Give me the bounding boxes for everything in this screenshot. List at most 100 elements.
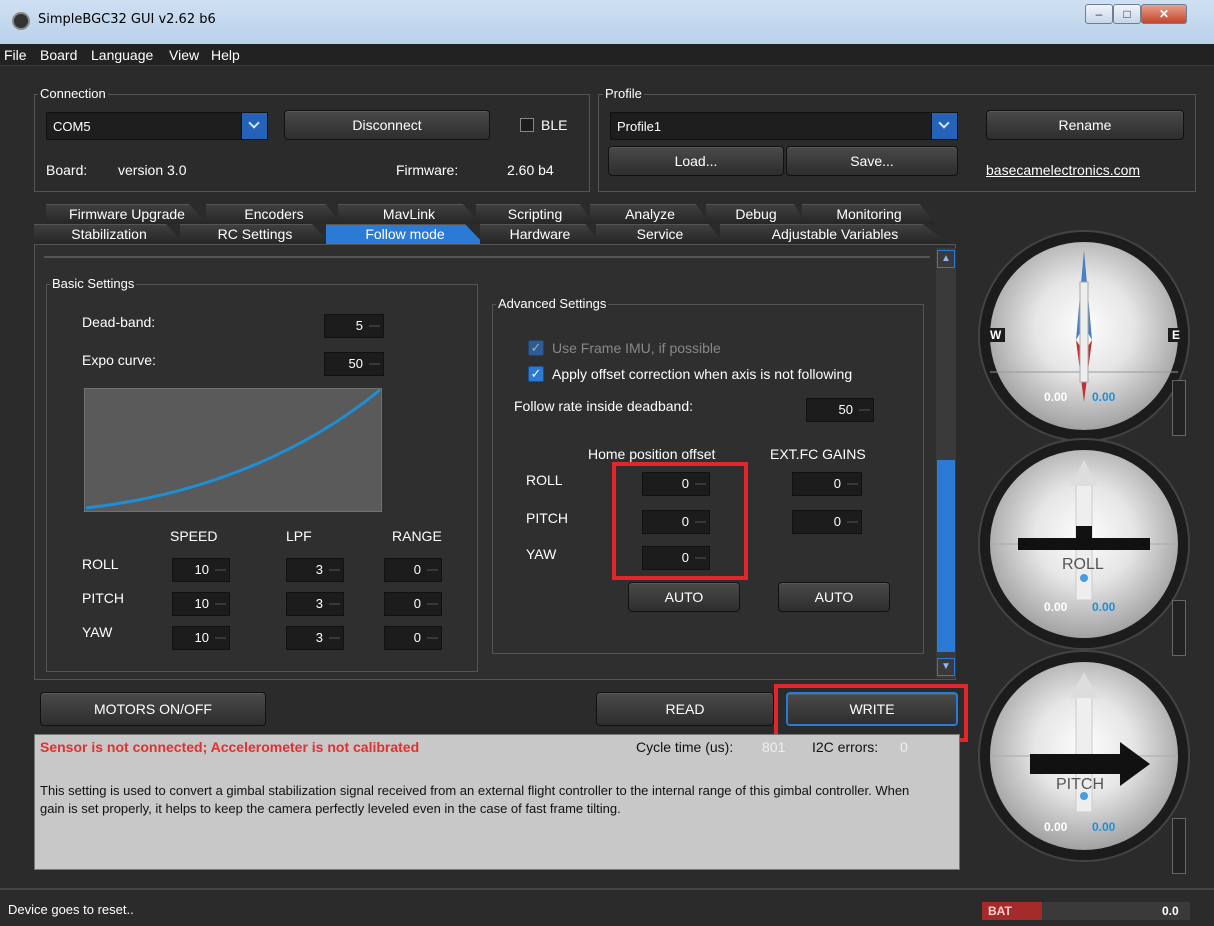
menu-board[interactable]: Board: [40, 47, 77, 63]
yaw-range-spinbox[interactable]: 0: [384, 626, 442, 650]
profile-legend: Profile: [603, 86, 644, 101]
tab-encoders[interactable]: Encoders: [206, 204, 342, 224]
ble-checkbox[interactable]: [520, 118, 534, 132]
chevron-down-icon[interactable]: [241, 113, 267, 139]
tab-follow-mode[interactable]: Follow mode: [326, 224, 484, 244]
expo-value: 50: [348, 356, 363, 371]
status-error: Sensor is not connected; Accelerometer i…: [40, 739, 420, 755]
frame-imu-label: Use Frame IMU, if possible: [552, 340, 721, 356]
roll-range-value: 0: [413, 562, 421, 577]
menu-view[interactable]: View: [169, 47, 199, 63]
tab-rc-settings[interactable]: RC Settings: [180, 224, 330, 244]
east-label: E: [1168, 328, 1185, 342]
yaw-lpf-value: 3: [315, 630, 323, 645]
yaw-lpf-spinbox[interactable]: 3: [286, 626, 344, 650]
yaw-speed-spinbox[interactable]: 10: [172, 626, 230, 650]
roll-gauge: ROLL 0.00 0.00: [980, 440, 1188, 648]
battery-value: 0.0: [1162, 904, 1179, 918]
battery-bar: BAT 0.0: [982, 902, 1190, 920]
roll-ext-gain-spinbox[interactable]: 0: [792, 472, 862, 496]
deadband-spinbox[interactable]: 5: [324, 314, 384, 338]
pitch-gauge: PITCH 0.00 0.00: [980, 652, 1188, 860]
divider: [44, 256, 930, 258]
pitch-speed-value: 10: [194, 596, 209, 611]
expo-spinbox[interactable]: 50: [324, 352, 384, 376]
yaw-level-bar: [1172, 380, 1186, 436]
pitch-level-bar: [1172, 818, 1186, 874]
advanced-settings-legend: Advanced Settings: [496, 296, 609, 311]
adv-pitch-label: PITCH: [526, 510, 568, 526]
basic-settings-legend: Basic Settings: [50, 276, 137, 291]
scroll-thumb[interactable]: [937, 460, 955, 652]
port-select[interactable]: COM5: [46, 112, 268, 140]
minimize-icon[interactable]: –: [1085, 4, 1113, 24]
scroll-up-icon[interactable]: ▲: [937, 250, 955, 268]
pitch-ext-gain-spinbox[interactable]: 0: [792, 510, 862, 534]
pitch-value-1: 0.00: [1044, 820, 1068, 834]
roll-gauge-label: ROLL: [1062, 556, 1104, 573]
tab-analyze[interactable]: Analyze: [590, 204, 710, 224]
cycle-time-value: 801: [762, 739, 786, 755]
title-bar: SimpleBGC32 GUI v2.62 b6 – □ ✕: [0, 0, 1214, 44]
firmware-label: Firmware:: [396, 162, 459, 178]
ext-auto-button[interactable]: AUTO: [778, 582, 890, 612]
tab-stabilization[interactable]: Stabilization: [34, 224, 184, 244]
expo-label: Expo curve:: [82, 352, 156, 368]
tab-firmware-upgrade[interactable]: Firmware Upgrade: [46, 204, 208, 224]
roll-ext-gain-value: 0: [833, 476, 841, 491]
deadband-label: Dead-band:: [82, 314, 156, 330]
window-title: SimpleBGC32 GUI v2.62 b6: [38, 12, 216, 27]
read-button[interactable]: READ: [596, 692, 774, 726]
pitch-speed-spinbox[interactable]: 10: [172, 592, 230, 616]
menu-language[interactable]: Language: [91, 47, 153, 63]
save-button[interactable]: Save...: [786, 146, 958, 176]
firmware-value: 2.60 b4: [507, 162, 554, 178]
load-button[interactable]: Load...: [608, 146, 784, 176]
rename-button[interactable]: Rename: [986, 110, 1184, 140]
yaw-value-2: 0.00: [1092, 390, 1116, 404]
roll-speed-spinbox[interactable]: 10: [172, 558, 230, 582]
roll-speed-value: 10: [194, 562, 209, 577]
tab-mavlink[interactable]: MavLink: [338, 204, 480, 224]
chevron-down-icon[interactable]: [931, 113, 957, 139]
disconnect-button[interactable]: Disconnect: [284, 110, 490, 140]
roll-lpf-value: 3: [315, 562, 323, 577]
yaw-range-value: 0: [413, 630, 421, 645]
board-label: Board:: [46, 162, 88, 178]
profile-select[interactable]: Profile1: [610, 112, 958, 140]
tab-scripting[interactable]: Scripting: [476, 204, 594, 224]
board-value: version 3.0: [118, 162, 187, 178]
home-auto-button[interactable]: AUTO: [628, 582, 740, 612]
scroll-down-icon[interactable]: ▼: [937, 658, 955, 676]
tab-debug[interactable]: Debug: [706, 204, 806, 224]
maximize-icon[interactable]: □: [1113, 4, 1141, 24]
profile-value: Profile1: [617, 119, 662, 134]
motors-onoff-button[interactable]: MOTORS ON/OFF: [40, 692, 266, 726]
close-icon[interactable]: ✕: [1141, 4, 1187, 24]
website-link[interactable]: basecamelectronics.com: [986, 162, 1140, 178]
connection-legend: Connection: [38, 86, 108, 101]
highlight-home-offset: [612, 462, 748, 580]
frame-imu-checkbox[interactable]: ✓: [528, 340, 544, 356]
offset-correction-checkbox[interactable]: ✓: [528, 366, 544, 382]
offset-correction-label: Apply offset correction when axis is not…: [552, 366, 853, 382]
footer-message: Device goes to reset..: [8, 902, 134, 917]
pitch-lpf-spinbox[interactable]: 3: [286, 592, 344, 616]
tab-adjustable-variables[interactable]: Adjustable Variables: [720, 224, 950, 244]
follow-rate-spinbox[interactable]: 50: [806, 398, 874, 422]
roll-value-1: 0.00: [1044, 600, 1068, 614]
tab-hardware[interactable]: Hardware: [480, 224, 600, 244]
pitch-range-spinbox[interactable]: 0: [384, 592, 442, 616]
col-speed: SPEED: [170, 528, 218, 544]
menu-file[interactable]: File: [4, 47, 27, 63]
cycle-time-label: Cycle time (us):: [636, 739, 734, 755]
roll-value-2: 0.00: [1092, 600, 1116, 614]
roll-lpf-spinbox[interactable]: 3: [286, 558, 344, 582]
tab-monitoring[interactable]: Monitoring: [802, 204, 936, 224]
vertical-scrollbar[interactable]: ▲ ▼: [936, 248, 956, 678]
menu-help[interactable]: Help: [211, 47, 240, 63]
west-label: W: [986, 328, 1006, 342]
row-roll-label: ROLL: [82, 556, 119, 572]
roll-range-spinbox[interactable]: 0: [384, 558, 442, 582]
tab-service[interactable]: Service: [596, 224, 724, 244]
